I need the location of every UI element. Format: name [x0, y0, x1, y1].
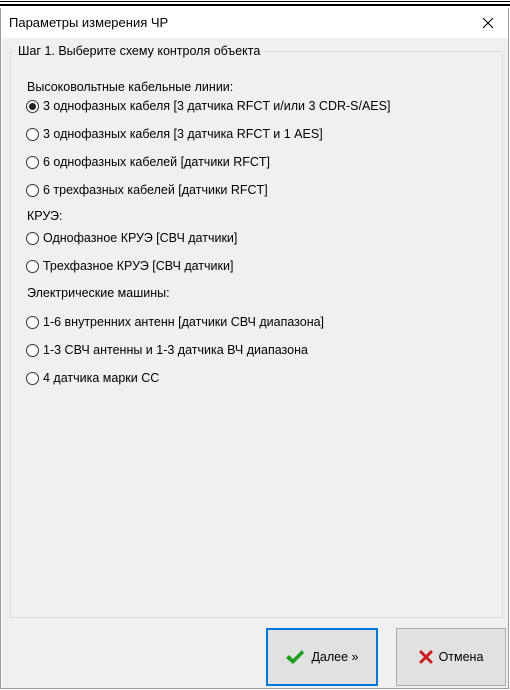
radio-option-gis-1[interactable]: Однофазное КРУЭ [СВЧ датчики] — [26, 229, 237, 247]
radio-option-machines-1[interactable]: 1-6 внутренних антенн [датчики СВЧ диапа… — [26, 313, 324, 331]
radio-button[interactable] — [26, 183, 39, 197]
radio-button-checked[interactable] — [26, 99, 39, 113]
radio-option-label: Однофазное КРУЭ [СВЧ датчики] — [43, 231, 238, 245]
radio-option-label: 6 трехфазных кабелей [датчики RFCT] — [43, 183, 268, 197]
dialog-window: Параметры измерения ЧР Шаг 1. Выберите с… — [0, 8, 509, 689]
next-button-label: Далее » — [311, 650, 359, 664]
radio-option-label: Трехфазное КРУЭ [СВЧ датчики] — [43, 259, 234, 273]
radio-button[interactable] — [26, 231, 39, 245]
dialog-client-area: Шаг 1. Выберите схему контроля объекта В… — [2, 38, 508, 688]
section-label-cable-lines: Высоковольтные кабельные линии: — [27, 80, 234, 94]
radio-option-machines-2[interactable]: 1-3 СВЧ антенны и 1-3 датчика ВЧ диапазо… — [26, 341, 308, 359]
radio-button[interactable] — [26, 371, 39, 385]
radio-button[interactable] — [26, 315, 39, 329]
radio-option-machines-3[interactable]: 4 датчика марки СС — [26, 369, 159, 387]
close-icon — [482, 17, 494, 29]
top-edge-lines — [0, 0, 510, 8]
radio-option-cable-3[interactable]: 6 однофазных кабелей [датчики RFCT] — [26, 153, 270, 171]
checkmark-icon — [285, 649, 305, 665]
radio-button[interactable] — [26, 343, 39, 357]
radio-option-label: 3 однофазных кабеля [3 датчика RFCT и/ил… — [43, 99, 391, 113]
radio-option-label: 3 однофазных кабеля [3 датчика RFCT и 1 … — [43, 127, 323, 141]
group-legend: Шаг 1. Выберите схему контроля объекта — [18, 44, 261, 58]
radio-option-label: 6 однофазных кабелей [датчики RFCT] — [43, 155, 271, 169]
radio-option-cable-1[interactable]: 3 однофазных кабеля [3 датчика RFCT и/ил… — [26, 97, 390, 115]
next-button[interactable]: Далее » — [266, 628, 378, 686]
window-title: Параметры измерения ЧР — [9, 15, 169, 30]
cancel-button-label: Отмена — [438, 650, 484, 664]
radio-option-cable-4[interactable]: 6 трехфазных кабелей [датчики RFCT] — [26, 181, 268, 199]
section-label-gis: КРУЭ: — [27, 209, 63, 223]
radio-button[interactable] — [26, 127, 39, 141]
close-button[interactable] — [468, 8, 508, 38]
cancel-button[interactable]: Отмена — [396, 628, 506, 686]
radio-option-label: 1-6 внутренних антенн [датчики СВЧ диапа… — [43, 315, 325, 329]
radio-option-gis-2[interactable]: Трехфазное КРУЭ [СВЧ датчики] — [26, 257, 233, 275]
radio-option-label: 4 датчика марки СС — [43, 371, 160, 385]
cross-icon — [419, 650, 433, 664]
radio-option-label: 1-3 СВЧ антенны и 1-3 датчика ВЧ диапазо… — [43, 343, 308, 357]
title-bar: Параметры измерения ЧР — [1, 8, 508, 38]
radio-button[interactable] — [26, 259, 39, 273]
section-label-electric-machines: Электрические машины: — [27, 286, 170, 300]
radio-button[interactable] — [26, 155, 39, 169]
radio-option-cable-2[interactable]: 3 однофазных кабеля [3 датчика RFCT и 1 … — [26, 125, 323, 143]
